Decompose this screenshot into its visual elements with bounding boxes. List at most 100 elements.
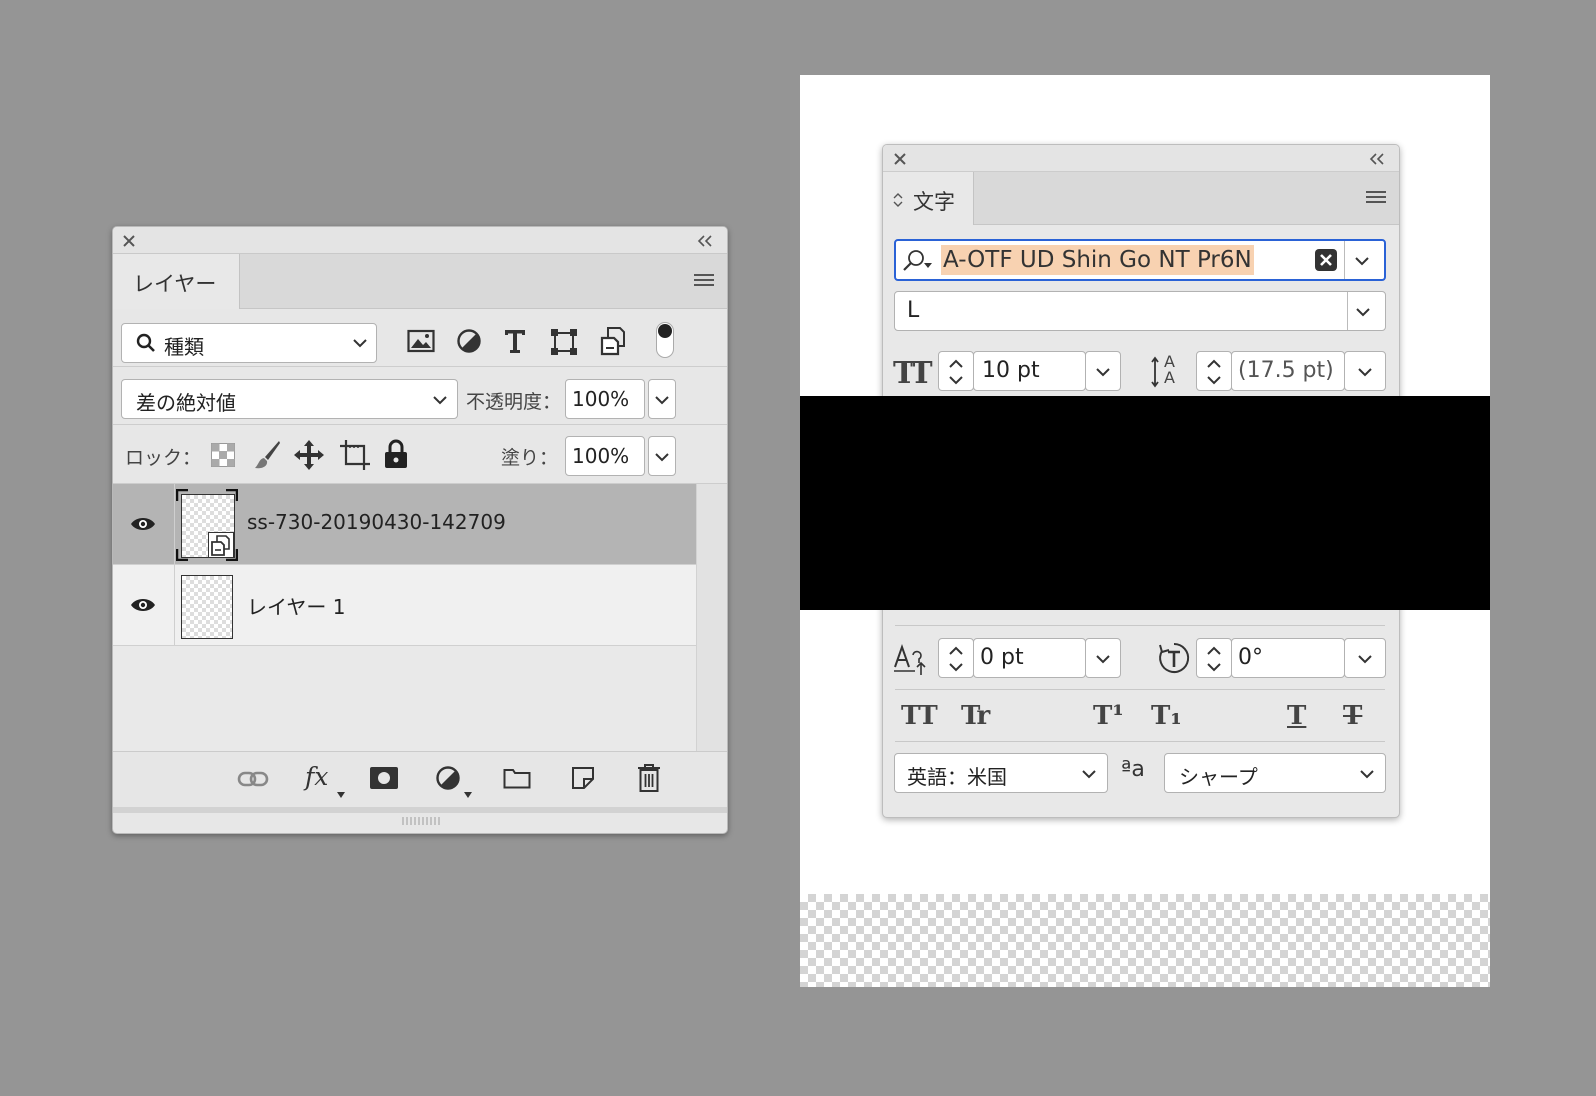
eye-icon[interactable] [130,516,156,532]
visibility-cell[interactable] [113,484,175,564]
panel-menu-icon[interactable] [1365,189,1387,207]
panel-title-strip [883,145,1399,172]
layer-name: ss-730-20190430-142709 [247,510,506,534]
leading-icon-letter: A [1164,368,1175,387]
fill-dropdown-button[interactable] [648,436,676,476]
font-search-icon [903,250,932,271]
chevron-down-icon [1082,770,1096,779]
baseline-dropdown[interactable] [1085,638,1121,678]
close-icon[interactable] [893,152,907,166]
lock-position-icon[interactable] [293,439,325,471]
font-size-dropdown[interactable] [1085,351,1121,391]
baseline-shift-icon [894,643,926,675]
chevron-down-icon [1358,368,1372,377]
rotation-input[interactable]: 0° [1231,638,1345,678]
font-family-value: A-OTF UD Shin Go NT Pr6N [941,245,1254,275]
superscript-button[interactable]: T¹ [1093,701,1124,731]
chevron-down-icon [1356,308,1370,317]
small-caps-button[interactable]: Tr [961,701,990,731]
chevron-down-icon [1096,655,1110,664]
chevron-down-icon[interactable] [1354,256,1370,266]
lock-all-icon[interactable] [383,439,409,469]
fx-icon[interactable]: fx [305,762,328,791]
panel-menu-icon[interactable] [693,272,715,290]
layer-row[interactable]: ss-730-20190430-142709 [113,484,696,565]
all-caps-button[interactable]: TT [901,701,938,731]
tab-layers[interactable]: レイヤー [113,254,240,309]
layers-bottom-toolbar: fx [113,751,727,808]
font-family-field[interactable]: A-OTF UD Shin Go NT Pr6N [894,239,1386,281]
scrollbar-track[interactable] [696,484,727,751]
close-icon[interactable] [122,234,136,248]
image-filter-icon[interactable] [407,329,435,353]
caret-down-icon [337,792,345,798]
rotation-dropdown[interactable] [1344,638,1386,678]
baseline-shift-input[interactable]: 0 pt [973,638,1086,678]
language-select[interactable]: 英語：米国 [894,753,1108,793]
link-icon[interactable] [237,770,269,788]
mask-icon[interactable] [369,766,399,790]
caret-down-icon [464,792,472,798]
adjustment-layer-icon[interactable] [435,765,461,791]
tab-character[interactable]: 文字 [883,172,974,225]
antialias-select[interactable]: シャープ [1164,753,1386,793]
font-size-input[interactable]: 10 pt [973,351,1086,391]
chevron-down-icon [1096,368,1110,377]
chevron-down-icon [1360,770,1374,779]
leading-input[interactable]: (17.5 pt) [1231,351,1345,391]
antialias-icon: ªa [1121,757,1145,782]
panel-title-strip [113,227,727,254]
eye-icon[interactable] [130,597,156,613]
fill-input[interactable]: 100% [565,436,645,476]
tab-row: 文字 [883,172,1399,225]
opacity-input[interactable]: 100% [565,379,645,419]
updown-icon [893,193,903,207]
redaction-bar [800,396,1490,610]
layer-row[interactable]: レイヤー 1 [113,565,696,646]
resize-grip-icon[interactable] [401,815,441,827]
stepper-icon [949,646,963,672]
collapse-icon[interactable] [697,235,713,247]
character-rotation-icon [1159,642,1190,673]
search-icon [136,333,155,352]
new-layer-icon[interactable] [571,766,595,790]
baseline-stepper[interactable] [938,638,974,678]
chevron-down-icon [1358,655,1372,664]
blend-mode-select[interactable]: 差の絶対値 [121,379,458,419]
type-filter-icon[interactable] [503,328,527,354]
folder-icon[interactable] [503,767,531,789]
strikethrough-button[interactable]: T [1343,701,1362,731]
font-size-icon: TT [893,356,933,391]
font-style-select[interactable]: L [894,291,1386,331]
lock-artboard-icon[interactable] [339,439,371,471]
filter-kind-select[interactable]: 種類 [121,323,377,363]
shape-filter-icon[interactable] [550,328,578,356]
transparency-area [800,894,1490,987]
fill-label: 塗り： [501,447,559,469]
leading-dropdown[interactable] [1344,351,1386,391]
blend-row: 差の絶対値 不透明度： 100% [113,367,727,425]
chevron-down-icon [655,396,669,405]
lock-label: ロック： [125,447,202,469]
lock-row: ロック： 塗り： 100% [113,425,727,484]
chevron-down-icon [655,453,669,462]
visibility-cell[interactable] [113,565,175,645]
lock-image-pixels-icon[interactable] [253,439,281,471]
layers-list: ss-730-20190430-142709 レイヤー 1 [113,484,727,751]
smart-object-filter-icon[interactable] [600,326,626,356]
lock-transparent-pixels-icon[interactable] [211,443,235,467]
chevron-down-icon [433,396,447,405]
underline-button[interactable]: T [1287,701,1306,731]
font-size-stepper[interactable] [938,351,974,391]
clear-icon[interactable] [1314,248,1338,272]
stepper-icon [1207,646,1221,672]
trash-icon[interactable] [637,763,661,793]
rotation-stepper[interactable] [1196,638,1232,678]
adjustment-filter-icon[interactable] [456,328,482,354]
filter-toggle-switch[interactable] [655,321,675,359]
opacity-dropdown-button[interactable] [648,379,676,419]
collapse-icon[interactable] [1369,153,1385,165]
subscript-button[interactable]: T₁ [1151,701,1182,731]
leading-stepper[interactable] [1196,351,1232,391]
stepper-icon [1207,359,1221,385]
